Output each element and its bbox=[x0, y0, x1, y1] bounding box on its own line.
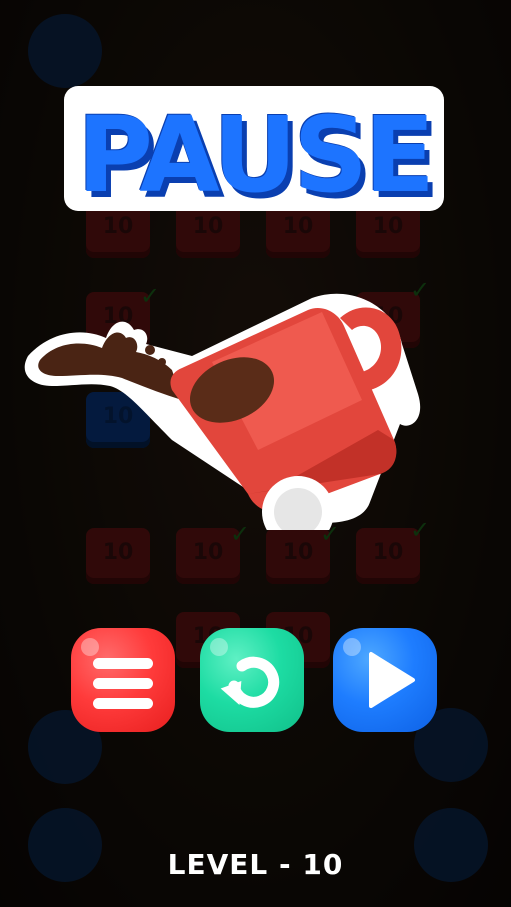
spilled-mug-illustration bbox=[24, 293, 421, 530]
menu-button[interactable] bbox=[71, 628, 175, 732]
level-label: LEVEL - 10 bbox=[167, 848, 344, 881]
pause-title-inner: PAUSE bbox=[70, 92, 438, 216]
pause-title-box: PAUSE bbox=[64, 86, 444, 216]
gloss bbox=[81, 638, 99, 656]
hamburger-icon bbox=[93, 658, 153, 718]
play-icon bbox=[369, 652, 415, 708]
restart-button[interactable] bbox=[200, 628, 304, 732]
pause-screen: 10 10 10 10 10 10 ✓ ✓ 10 10 10 10 10 ✓ ✓… bbox=[0, 0, 511, 907]
play-button[interactable] bbox=[333, 628, 437, 732]
page-title: PAUSE bbox=[76, 94, 435, 216]
restart-icon bbox=[220, 656, 280, 708]
